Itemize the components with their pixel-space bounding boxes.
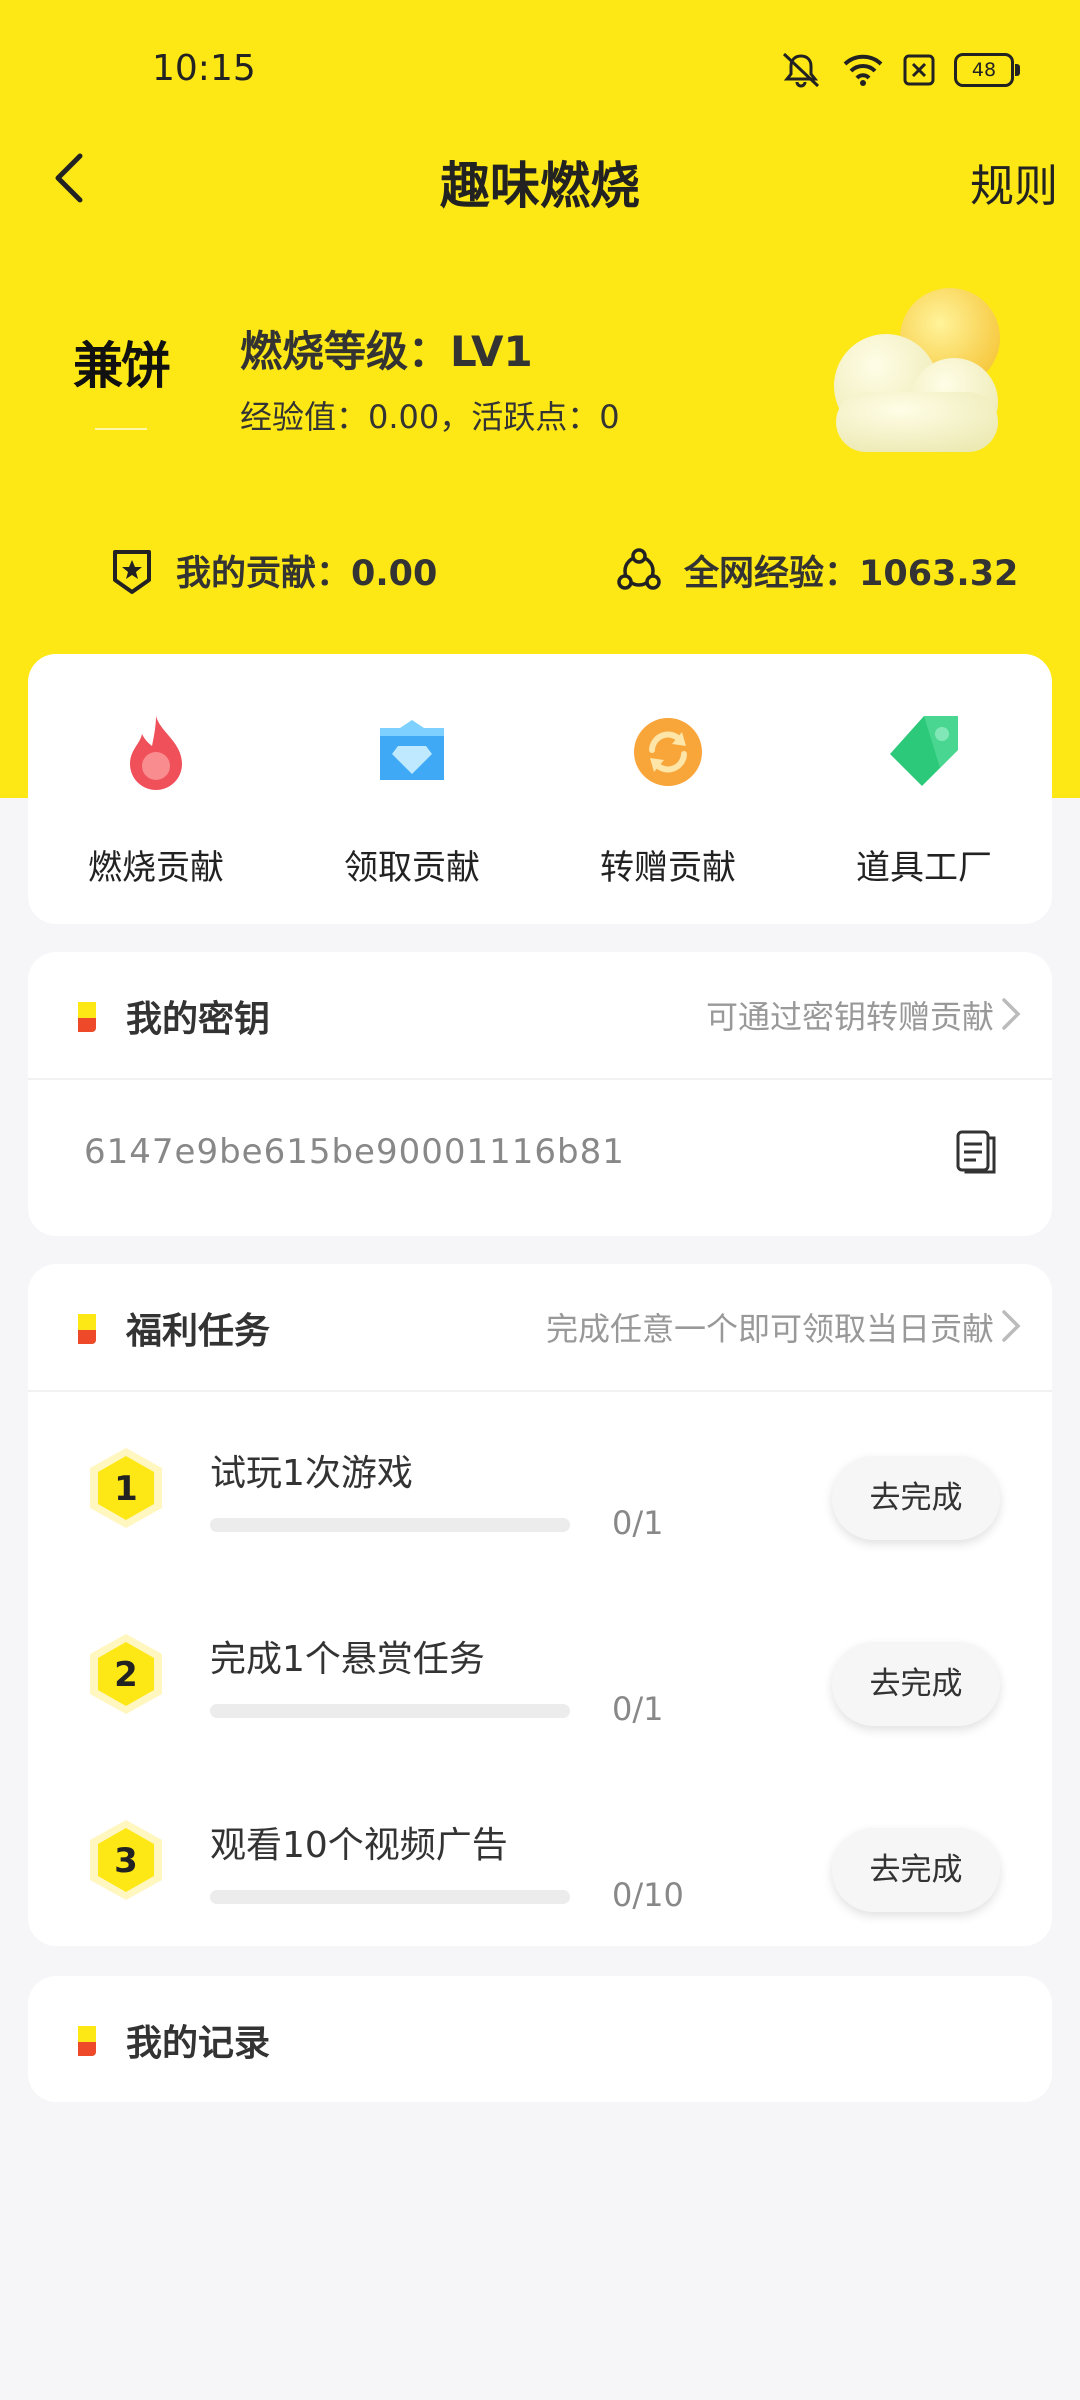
stats-row: 我的贡献：0.00 全网经验：1063.32 [0, 545, 1080, 605]
hexagon-number-icon: 1 [90, 1448, 162, 1528]
task-title: 观看10个视频广告 [210, 1825, 508, 1866]
tag-icon [890, 716, 958, 786]
hexagon-number-icon: 2 [90, 1634, 162, 1714]
rules-link[interactable]: 规则 [970, 150, 1058, 214]
status-bar: 10:15 48 [0, 0, 1080, 140]
task-number: 1 [114, 1469, 138, 1509]
flame-icon [130, 716, 182, 790]
no-sim-icon [903, 54, 935, 86]
section-hint: 可通过密钥转赠贡献 [705, 998, 994, 1036]
section-marker-icon [78, 1002, 96, 1032]
welfare-tasks-card: 福利任务 完成任意一个即可领取当日贡献 1 试玩1次游戏 0/1 去完成 2 完… [28, 1264, 1052, 1946]
task-progress-bar [210, 1518, 570, 1532]
burn-contribution-action[interactable]: 燃烧贡献 [28, 654, 284, 924]
prop-factory-action[interactable]: 道具工厂 [796, 654, 1052, 924]
key-value: 6147e9be615be90001116b81 [84, 1132, 625, 1172]
action-label: 转赠贡献 [600, 848, 736, 888]
transfer-icon [634, 718, 702, 786]
level-title: 燃烧等级：LV1 [240, 327, 533, 376]
section-marker-icon [78, 2026, 96, 2056]
action-label: 领取贡献 [344, 848, 480, 888]
my-key-card: 我的密钥 可通过密钥转赠贡献 6147e9be615be90001116b81 [28, 952, 1052, 1236]
action-label: 燃烧贡献 [88, 848, 224, 888]
sun-cloud-icon [834, 288, 1000, 452]
task-progress-bar [210, 1704, 570, 1718]
task-count: 0/10 [612, 1876, 684, 1914]
action-label: 道具工厂 [856, 848, 992, 888]
status-icons: 48 [778, 50, 1020, 90]
page-title: 趣味燃烧 [440, 157, 640, 215]
network-icon [617, 547, 661, 590]
my-contribution-stat: 我的贡献：0.00 [110, 545, 437, 596]
welfare-tasks-header[interactable]: 福利任务 完成任意一个即可领取当日贡献 [28, 1264, 1052, 1390]
network-experience-stat: 全网经验：1063.32 [616, 545, 1018, 596]
go-complete-button[interactable]: 去完成 [832, 1456, 1000, 1540]
network-experience-text: 全网经验：1063.32 [684, 554, 1019, 594]
section-marker-icon [78, 1314, 96, 1344]
task-count: 0/1 [612, 1504, 664, 1542]
task-title: 试玩1次游戏 [210, 1453, 413, 1494]
go-complete-button[interactable]: 去完成 [832, 1642, 1000, 1726]
brand-logo-text: 兼饼 [73, 336, 171, 395]
mute-bell-icon [782, 52, 820, 88]
my-records-card[interactable]: 我的记录 [28, 1976, 1052, 2102]
my-contribution-text: 我的贡献：0.00 [176, 554, 438, 594]
task-number: 3 [114, 1841, 138, 1881]
brand-logo-underline [95, 428, 147, 430]
divider [28, 1078, 1052, 1080]
go-complete-button[interactable]: 去完成 [832, 1828, 1000, 1912]
hexagon-number-icon: 3 [90, 1820, 162, 1900]
level-subtitle: 经验值：0.00，活跃点：0 [240, 398, 620, 436]
battery-icon: 48 [954, 53, 1020, 87]
section-title: 我的密钥 [126, 999, 271, 1040]
task-progress-bar [210, 1890, 570, 1904]
brand-logo: 兼饼 [46, 318, 196, 438]
task-title: 完成1个悬赏任务 [210, 1639, 485, 1680]
divider [28, 1390, 1052, 1392]
task-row: 3 观看10个视频广告 0/10 去完成 [28, 1786, 1052, 1972]
chevron-right-icon [1002, 998, 1021, 1030]
task-row: 2 完成1个悬赏任务 0/1 去完成 [28, 1600, 1052, 1786]
diamond-icon [380, 720, 444, 780]
wifi-icon [843, 54, 883, 86]
task-number: 2 [114, 1655, 138, 1695]
task-row: 1 试玩1次游戏 0/1 去完成 [28, 1414, 1052, 1600]
actions-card: 燃烧贡献 领取贡献 转赠贡献 道具工厂 [28, 654, 1052, 924]
section-title: 我的记录 [126, 2023, 271, 2064]
task-count: 0/1 [612, 1690, 664, 1728]
section-title: 福利任务 [126, 1311, 271, 1352]
shield-star-icon [113, 549, 151, 594]
receive-contribution-action[interactable]: 领取贡献 [284, 654, 540, 924]
nav-bar: 趣味燃烧 规则 [0, 130, 1080, 230]
my-key-header[interactable]: 我的密钥 可通过密钥转赠贡献 [28, 952, 1052, 1078]
status-time: 10:15 [152, 48, 256, 89]
copy-icon[interactable] [954, 1128, 998, 1176]
chevron-right-icon [1002, 1310, 1021, 1342]
section-hint: 完成任意一个即可领取当日贡献 [545, 1310, 994, 1348]
transfer-contribution-action[interactable]: 转赠贡献 [540, 654, 796, 924]
my-records-header: 我的记录 [28, 1976, 1052, 2102]
